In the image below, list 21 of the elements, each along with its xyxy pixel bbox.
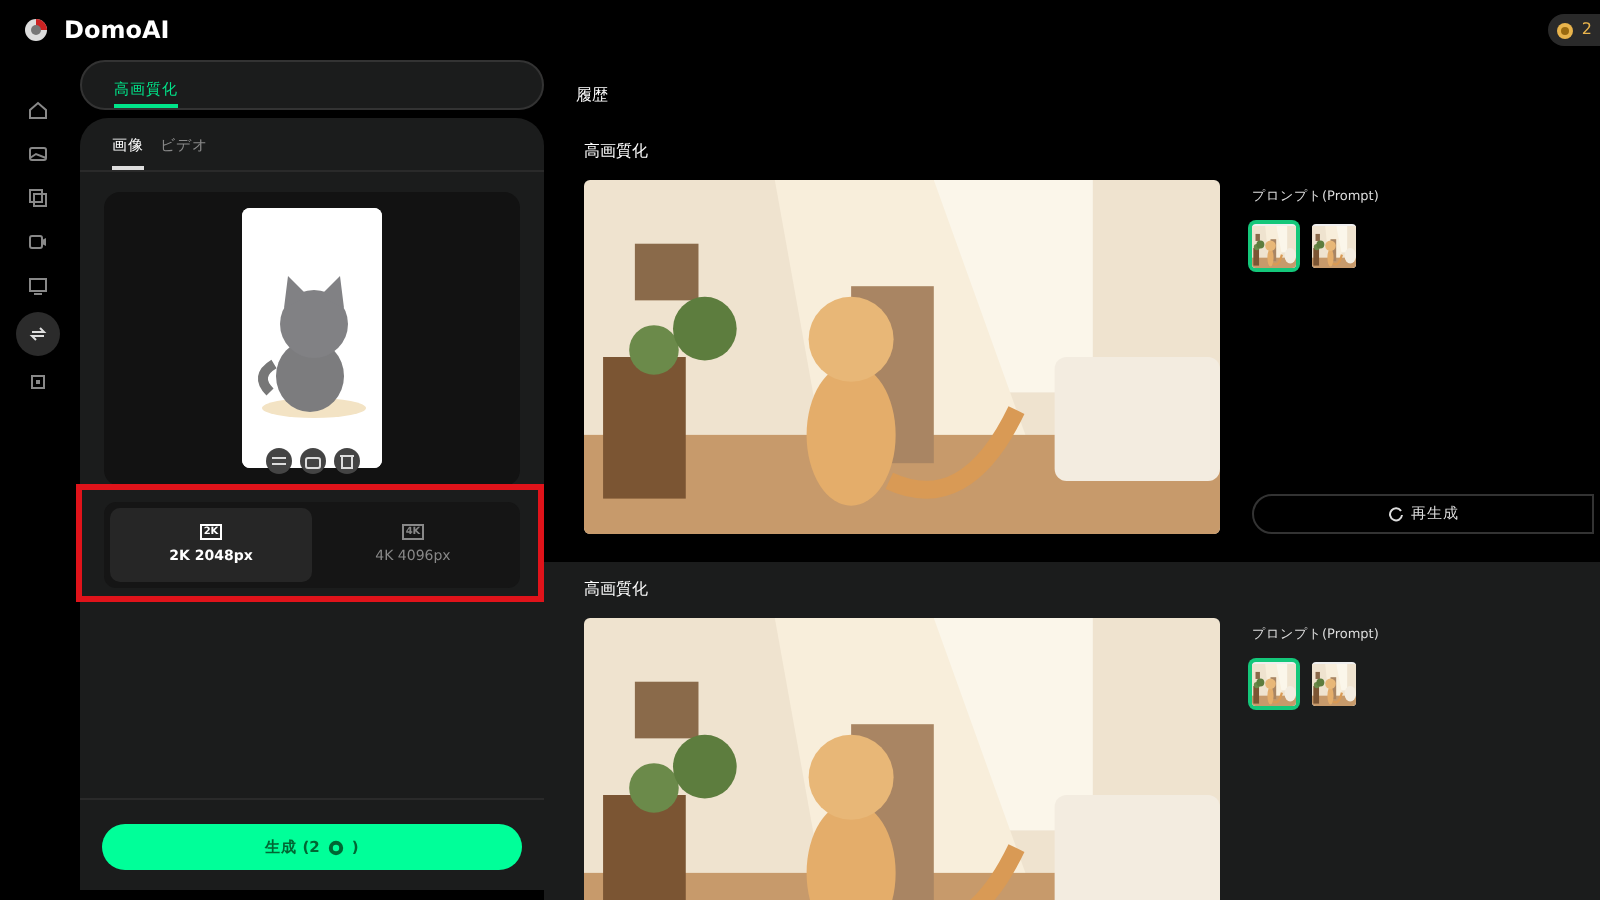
credit-badge[interactable]: 2 xyxy=(1547,14,1600,46)
thumbnail[interactable] xyxy=(1252,661,1296,706)
brand-name: DomoAI xyxy=(64,14,170,48)
home-icon xyxy=(26,98,50,122)
thumbnail[interactable] xyxy=(1312,661,1356,706)
credit-count: 2 xyxy=(1581,18,1592,42)
entry-title: 高画質化 xyxy=(584,578,650,602)
history-title: 履歴 xyxy=(576,84,610,108)
refresh-icon xyxy=(1387,506,1403,522)
video-icon xyxy=(26,230,50,254)
layers-icon xyxy=(26,186,50,210)
coin-icon xyxy=(327,839,344,855)
swap-icon-button[interactable] xyxy=(16,312,60,356)
monitor-icon xyxy=(26,274,50,298)
thumbnail[interactable] xyxy=(1252,223,1296,268)
coin-icon xyxy=(1555,21,1574,39)
image-icon xyxy=(26,142,50,166)
entry-title: 高画質化 xyxy=(584,140,650,164)
crop-icon xyxy=(26,370,50,394)
logo-icon xyxy=(24,18,48,42)
thumbnail[interactable] xyxy=(1312,223,1356,268)
